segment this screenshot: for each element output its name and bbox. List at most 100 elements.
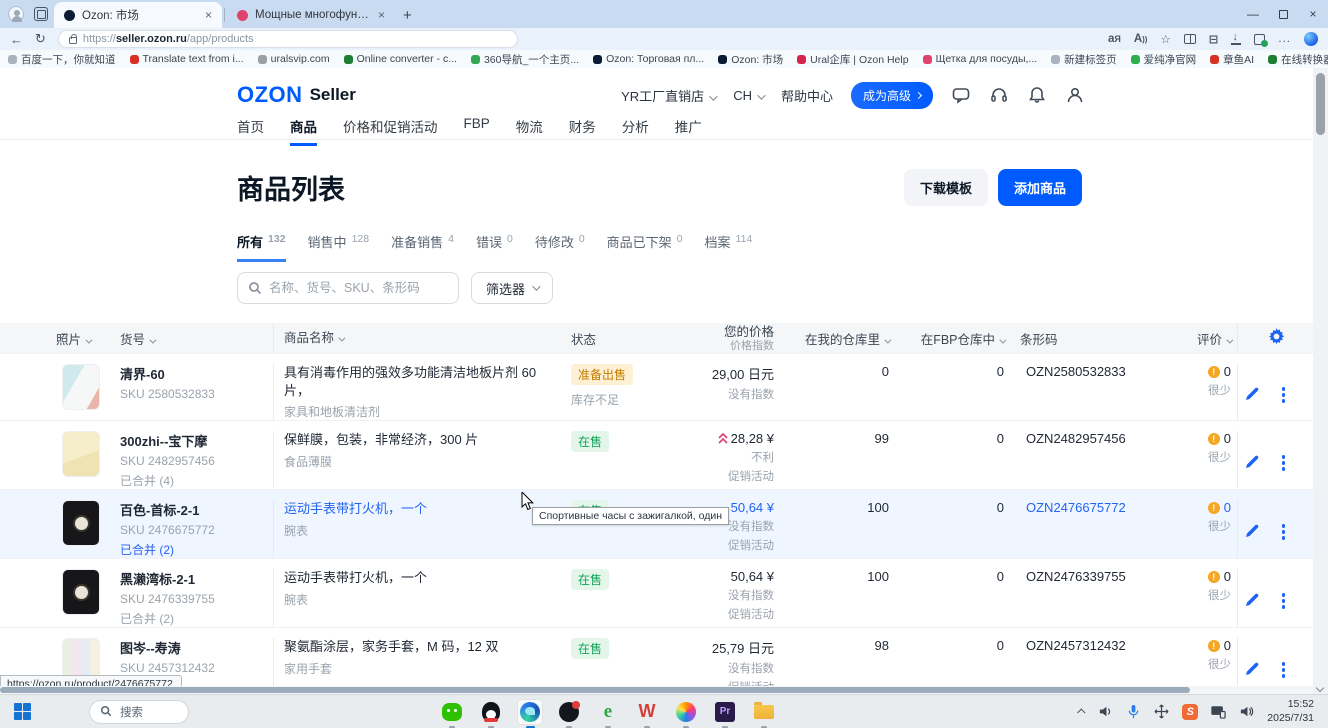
col-sku[interactable]: 货号 xyxy=(114,329,273,348)
taskbar-clock[interactable]: 15:52 2025/7/31 xyxy=(1267,698,1314,724)
back-icon[interactable]: ← xyxy=(10,32,23,47)
edit-pencil-icon[interactable] xyxy=(1245,454,1260,472)
search-input[interactable] xyxy=(269,281,448,295)
filter-tab[interactable]: 错误 0 xyxy=(476,232,513,262)
bookmark-item[interactable]: 爱纯净官网 xyxy=(1131,52,1197,67)
extensions-icon[interactable] xyxy=(1254,34,1265,45)
chat-icon[interactable] xyxy=(951,85,971,105)
filter-tab[interactable]: 商品已下架 0 xyxy=(607,232,683,262)
rating[interactable]: !0 xyxy=(1161,500,1231,515)
copilot-icon[interactable] xyxy=(1304,32,1318,46)
nav-item-2[interactable]: 价格和促销活动 xyxy=(343,116,438,146)
product-photo[interactable] xyxy=(62,431,100,477)
browser-tab[interactable]: Ozon: 市场 × xyxy=(54,2,222,28)
translate-icon[interactable]: aЯ xyxy=(1108,33,1121,45)
maximize-button[interactable] xyxy=(1268,0,1298,28)
download-template-button[interactable]: 下载模板 xyxy=(904,169,988,206)
bookmark-item[interactable]: 360导航_一个主页... xyxy=(471,52,579,67)
firefox-icon[interactable] xyxy=(673,699,699,725)
scroll-down-arrow-icon[interactable] xyxy=(1316,684,1324,692)
nav-item-3[interactable]: FBP xyxy=(464,116,490,146)
kebab-menu-icon[interactable] xyxy=(1282,593,1286,609)
cast-device-icon[interactable] xyxy=(1211,704,1226,719)
filter-tab[interactable]: 所有 132 xyxy=(237,232,286,262)
language-selector[interactable]: CH xyxy=(733,88,763,103)
address-bar[interactable]: https://seller.ozon.ru/app/products xyxy=(58,30,518,48)
product-name[interactable]: 运动手表带打火机，一个 xyxy=(284,569,559,587)
product-name[interactable]: 聚氨酯涂层，家务手套，M 码，12 双 xyxy=(284,638,559,656)
kebab-menu-icon[interactable] xyxy=(1282,524,1286,540)
product-photo[interactable] xyxy=(62,569,100,615)
filter-tab[interactable]: 准备销售 4 xyxy=(391,232,454,262)
filter-tab[interactable]: 待修改 0 xyxy=(535,232,585,262)
edit-pencil-icon[interactable] xyxy=(1245,661,1260,679)
product-name[interactable]: 运动手表带打火机，一个 xyxy=(284,500,559,518)
merged-link[interactable]: 已合并 (2) xyxy=(120,541,267,558)
nav-item-0[interactable]: 首页 xyxy=(237,116,264,146)
premium-button[interactable]: 成为高级 xyxy=(851,82,933,109)
taskbar-search[interactable]: 搜索 xyxy=(89,700,189,724)
tray-expand-icon[interactable] xyxy=(1077,708,1085,716)
nav-item-1[interactable]: 商品 xyxy=(290,116,317,146)
bookmark-item[interactable]: Ozon: Торговая пл... xyxy=(593,53,704,65)
rating[interactable]: !0 xyxy=(1161,569,1231,584)
minimize-button[interactable]: — xyxy=(1238,0,1268,28)
table-row[interactable]: 图岑--寿涛 SKU 2457312432 已合并 (3) 聚氨酯涂层，家务手套… xyxy=(0,627,1313,694)
add-product-button[interactable]: 添加商品 xyxy=(998,169,1082,206)
product-photo[interactable] xyxy=(62,364,100,410)
product-name[interactable]: 具有消毒作用的强效多功能清洁地板片剂 60 片， xyxy=(284,364,559,399)
move-tool-icon[interactable] xyxy=(1154,704,1169,719)
horizontal-scrollbar-thumb[interactable] xyxy=(0,687,1190,693)
merged-link[interactable]: 已合并 (4) xyxy=(120,472,267,489)
filter-tab[interactable]: 档案 114 xyxy=(705,232,753,262)
profile-icon[interactable] xyxy=(1065,85,1085,105)
kebab-menu-icon[interactable] xyxy=(1282,387,1286,403)
vertical-scrollbar[interactable] xyxy=(1313,68,1328,694)
bell-icon[interactable] xyxy=(1027,85,1047,105)
col-fbp[interactable]: 在FBP仓库中 xyxy=(895,329,1010,348)
collections-icon[interactable]: ⊟ xyxy=(1209,32,1219,46)
barcode[interactable]: OZN2476675772 xyxy=(1016,500,1126,515)
col-photo[interactable]: 照片 xyxy=(44,329,114,348)
nav-item-4[interactable]: 物流 xyxy=(516,116,543,146)
store-selector[interactable]: YR工厂直销店 xyxy=(621,86,715,105)
bookmark-item[interactable]: 章鱼AI xyxy=(1210,52,1254,67)
ie-icon[interactable]: e xyxy=(595,699,621,725)
merged-link[interactable]: 已合并 (2) xyxy=(120,610,267,627)
filters-button[interactable]: 筛选器 xyxy=(471,272,553,304)
start-button[interactable] xyxy=(14,703,31,720)
col-rating[interactable]: 评价 xyxy=(1155,329,1237,348)
wps-icon[interactable]: W xyxy=(634,699,660,725)
refresh-icon[interactable]: ↻ xyxy=(35,31,46,47)
kebab-menu-icon[interactable] xyxy=(1282,455,1286,471)
file-explorer-icon[interactable] xyxy=(751,699,777,725)
product-search[interactable] xyxy=(237,272,459,304)
new-tab-button[interactable]: + xyxy=(403,7,412,24)
vertical-scrollbar-thumb[interactable] xyxy=(1316,73,1325,135)
col-stock[interactable]: 在我的仓库里 xyxy=(780,329,895,348)
tab-close-icon[interactable]: × xyxy=(203,8,214,22)
bookmark-item[interactable]: Translate text from i... xyxy=(130,53,244,65)
bookmark-item[interactable]: Ural企库 | Ozon Help xyxy=(797,52,908,67)
sogou-input-icon[interactable]: S xyxy=(1182,704,1198,720)
filter-tab[interactable]: 销售中 128 xyxy=(308,232,370,262)
rating[interactable]: !0 xyxy=(1161,638,1231,653)
tab-close-icon[interactable]: × xyxy=(376,8,387,22)
read-aloud-icon[interactable]: A)) xyxy=(1134,33,1148,45)
rating[interactable]: !0 xyxy=(1161,364,1231,379)
microphone-icon[interactable] xyxy=(1126,704,1141,719)
edit-pencil-icon[interactable] xyxy=(1245,523,1260,541)
table-row[interactable]: 300zhi--宝下摩 SKU 2482957456 已合并 (4) 保鲜膜，包… xyxy=(0,420,1313,489)
speaker-icon[interactable] xyxy=(1239,704,1254,719)
bookmark-item[interactable]: Online converter - c... xyxy=(344,53,457,65)
bookmark-item[interactable]: 在线转换器 - 免费... xyxy=(1268,52,1328,67)
edit-pencil-icon[interactable] xyxy=(1245,386,1260,404)
close-button[interactable]: × xyxy=(1298,0,1328,28)
bookmark-item[interactable]: 百度一下，你就知道 xyxy=(8,52,116,67)
downloads-icon[interactable] xyxy=(1231,34,1241,45)
help-center-link[interactable]: 帮助中心 xyxy=(781,86,833,105)
table-row[interactable]: 清界-60 SKU 2580532833 具有消毒作用的强效多功能清洁地板片剂 … xyxy=(0,353,1313,420)
kebab-menu-icon[interactable] xyxy=(1282,662,1286,678)
browser-tab[interactable]: Мощные многофункциональнь × xyxy=(227,2,395,28)
bookmark-item[interactable]: Щетка для посуды,... xyxy=(923,53,1038,65)
